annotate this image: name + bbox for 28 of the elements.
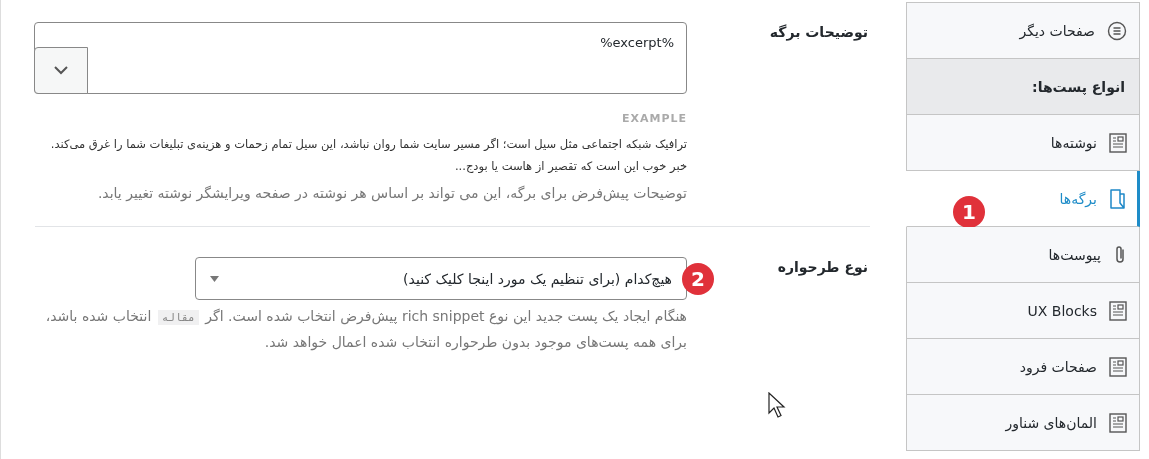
- example-heading: EXAMPLE: [620, 112, 687, 125]
- sidebar-item[interactable]: المان‌های شناور: [906, 395, 1140, 451]
- select-field[interactable]: هیچ‌کدام (برای تنظیم یک مورد اینجا کلیک کنید): [195, 257, 687, 300]
- caret-down-icon: [210, 275, 219, 282]
- paperclip-icon: [1113, 244, 1127, 265]
- dropdown-button[interactable]: [34, 47, 88, 94]
- sidebar-item[interactable]: پیوست‌ها: [906, 227, 1140, 283]
- chevron-down-icon: [54, 66, 68, 75]
- sidebar-item[interactable]: نوشته‌ها: [906, 115, 1140, 171]
- example-text: ترافیک شبکه اجتماعی مثل سیل است؛ اگر مسیر سایت شما روان نباشد، این سیل تمام زحمات و هزینه‌ی تبلیغات شما را غرق می‌کند. خبر خوب این است که تقصیر از هاست یا بودج...: [49, 136, 687, 175]
- field-label: توضیحات برگه: [768, 24, 869, 40]
- field-description: توضیحات پیش‌فرض برای برگه، این می تواند بر اساس هر نوشته در صفحه ویرایشگر نوشته تغییر یابد.: [96, 184, 687, 204]
- cursor-icon: [768, 392, 786, 418]
- text-area[interactable]: %excerpt%: [34, 22, 687, 94]
- document-icon: [1109, 412, 1127, 433]
- field-label: نوع طرحواره: [776, 259, 869, 275]
- document-icon: [1109, 132, 1127, 153]
- sidebar-item[interactable]: UX Blocks: [906, 283, 1140, 339]
- document-icon: [1109, 300, 1127, 321]
- field-description: هنگام ایجاد یک پست جدید این نوع rich snippet پیش‌فرض انتخاب شده است. اگر مقاله انتخاب شده باشد، برای همه پست‌های موجود بدون طرحواره انتخاب شده اعمال خواهد شد.: [44, 307, 687, 353]
- sidebar-heading: انواع پست‌ها:: [906, 59, 1140, 115]
- sidebar-item[interactable]: صفحات دیگر: [906, 3, 1140, 59]
- document-icon: [1109, 356, 1127, 377]
- number-badge: 2: [682, 263, 714, 295]
- page-icon: [1109, 188, 1127, 209]
- sidebar-item[interactable]: صفحات فرود: [906, 339, 1140, 395]
- list-circle-icon: [1107, 20, 1127, 41]
- number-badge: 1: [953, 196, 985, 228]
